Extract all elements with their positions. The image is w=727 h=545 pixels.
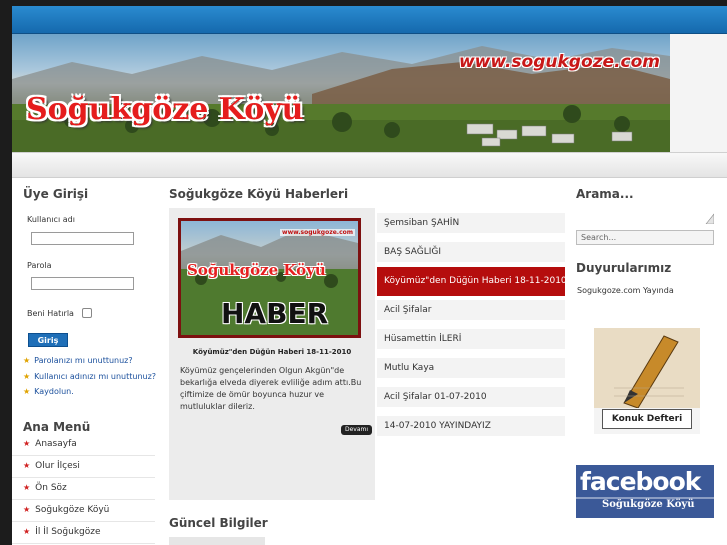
search-heading: Arama... (576, 187, 634, 201)
menu-item-label: Ön Söz (35, 483, 67, 493)
header-banner[interactable]: www.sogukgoze.com Soğukgöze Köyü (12, 34, 670, 152)
news-list-item[interactable]: Şemsiban ŞAHİN (377, 213, 565, 233)
menu-item-anasayfa[interactable]: ★ Anasayfa (12, 434, 155, 456)
sub-nav-bar (12, 152, 727, 178)
banner-title: Soğukgöze Köyü (26, 92, 304, 127)
star-icon: ★ (23, 387, 31, 396)
remember-label: Beni Hatırla (27, 309, 74, 318)
star-icon: ★ (23, 505, 31, 514)
news-list-item[interactable]: BAŞ SAĞLIĞI (377, 242, 565, 262)
news-list-item[interactable]: Acil Şifalar (377, 300, 565, 320)
news-heading: Soğukgöze Köyü Haberleri (169, 187, 349, 201)
search-input[interactable]: Search... (576, 230, 714, 245)
read-more-button[interactable]: Devamı (341, 425, 373, 435)
star-icon: ★ (23, 527, 31, 536)
menu-item-label: Anasayfa (35, 439, 77, 449)
star-icon: ★ (23, 439, 31, 448)
register-text[interactable]: Kaydolun. (34, 387, 74, 396)
star-icon: ★ (23, 483, 31, 492)
forgot-username-link[interactable]: ★ Kullanıcı adınızı mı unuttunuz? (23, 372, 156, 381)
resize-corner-icon (705, 213, 714, 224)
news-image-title: Soğukgöze Köyü (187, 261, 326, 279)
remember-checkbox[interactable] (82, 308, 92, 318)
star-icon: ★ (23, 461, 31, 470)
menu-item-label: Olur İlçesi (35, 461, 80, 471)
guestbook-banner[interactable]: Konuk Defteri (594, 328, 700, 434)
guncel-heading: Güncel Bilgiler (169, 516, 268, 530)
top-bar (12, 6, 727, 34)
password-label: Parola (27, 261, 52, 270)
banner-url-text: www.sogukgoze.com (458, 52, 660, 72)
star-icon: ★ (23, 372, 31, 381)
news-image-url: www.sogukgoze.com (280, 229, 355, 236)
star-icon: ★ (23, 356, 31, 365)
menu-item-on-soz[interactable]: ★ Ön Söz (12, 478, 155, 500)
forgot-username-text[interactable]: Kullanıcı adınızı mı unuttunuz? (34, 372, 156, 381)
facebook-caption: Soğukgöze Köyü (602, 499, 695, 510)
news-list-item[interactable]: Hüsamettin İLERİ (377, 329, 565, 349)
featured-news-title[interactable]: Köyümüz"den Düğün Haberi 18-11-2010 (172, 348, 372, 356)
guncel-tab[interactable] (169, 537, 265, 545)
menu-item-olur[interactable]: ★ Olur İlçesi (12, 456, 155, 478)
menu-item-label: İl İl Soğukgöze (35, 527, 101, 537)
announcement-text[interactable]: Sogukgoze.com Yayında (577, 286, 674, 295)
menu-item-sogukgoze-koyu[interactable]: ★ Soğukgöze Köyü (12, 500, 155, 522)
featured-news-description: Köyümüz gençelerinden Olgun Akgün"de bek… (180, 366, 362, 411)
news-image-big-text: HABER (221, 297, 329, 330)
main-menu-heading: Ana Menü (23, 420, 91, 434)
featured-news-image[interactable]: www.sogukgoze.com Soğukgöze Köyü HABER (178, 218, 361, 338)
login-button[interactable]: Giriş (28, 333, 68, 347)
register-link[interactable]: ★ Kaydolun. (23, 387, 74, 396)
facebook-logo-text: facebook (580, 467, 701, 496)
forgot-password-text[interactable]: Parolanızı mı unuttunuz? (34, 356, 132, 365)
username-label: Kullanıcı adı (27, 215, 75, 224)
menu-item-label: Soğukgöze Köyü (35, 505, 110, 515)
login-heading: Üye Girişi (23, 187, 89, 201)
page-frame: www.sogukgoze.com Soğukgöze Köyü Üye Gir… (12, 6, 727, 545)
facebook-banner[interactable]: facebook Soğukgöze Köyü (576, 465, 714, 518)
news-list-item-active[interactable]: Köyümüz"den Düğün Haberi 18-11-2010 (377, 267, 565, 296)
fountain-pen-icon (594, 328, 700, 408)
news-list-item[interactable]: Acil Şifalar 01-07-2010 (377, 387, 565, 407)
menu-item-il-il[interactable]: ★ İl İl Soğukgöze (12, 522, 155, 544)
password-input[interactable] (31, 277, 134, 290)
news-list-item[interactable]: 14-07-2010 YAYINDAYIZ (377, 416, 565, 436)
forgot-password-link[interactable]: ★ Parolanızı mı unuttunuz? (23, 356, 133, 365)
search-placeholder: Search... (581, 233, 617, 242)
news-list-item[interactable]: Mutlu Kaya (377, 358, 565, 378)
banner-side-panel (670, 34, 727, 152)
guestbook-label: Konuk Defteri (602, 409, 692, 429)
username-input[interactable] (31, 232, 134, 245)
announcements-heading: Duyurularımız (576, 261, 672, 275)
